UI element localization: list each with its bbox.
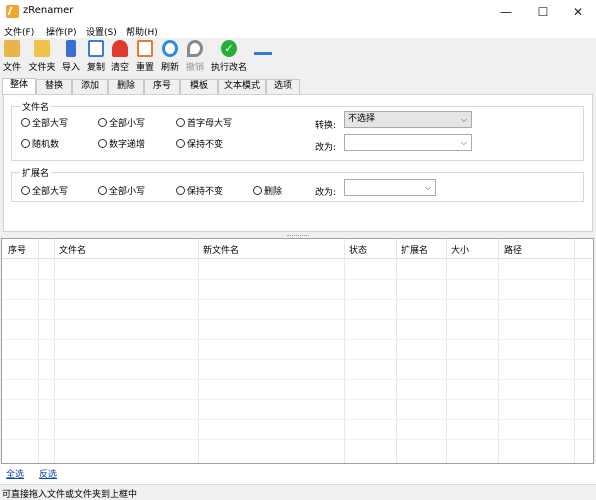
app-logo-icon: [6, 5, 19, 18]
tab-replace[interactable]: 替换: [36, 79, 72, 94]
options-panel: 文件名 全部大写 全部小写 首字母大写 随机数 数字递增 保持不变 转换: 不选…: [3, 94, 593, 232]
tab-text-mode[interactable]: 文本模式: [218, 79, 266, 94]
column-divider: [54, 239, 55, 463]
column-header-index[interactable]: 序号: [8, 243, 26, 256]
toolbar-folder-button[interactable]: 文件夹: [27, 40, 57, 74]
pin-icon[interactable]: [254, 52, 272, 55]
menu-settings[interactable]: 设置(S): [86, 25, 117, 38]
clear-icon: [112, 40, 128, 57]
chevron-down-icon: ⌵: [424, 183, 431, 192]
toolbar-execute-rename-button[interactable]: ✓ 执行改名: [209, 40, 249, 74]
filename-group-title: 文件名: [20, 100, 52, 113]
toolbar-copy-button[interactable]: 复制: [86, 40, 106, 74]
column-divider: [38, 239, 39, 463]
filename-change-label: 改为:: [315, 143, 337, 153]
grid-row-line: [2, 339, 593, 340]
tab-overall[interactable]: 整体: [2, 78, 36, 95]
grid-row-line: [2, 379, 593, 380]
refresh-icon: [162, 40, 178, 57]
column-header-new-filename[interactable]: 新文件名: [203, 243, 239, 256]
window-title: zRenamer: [23, 5, 74, 16]
ext-radio-uppercase[interactable]: 全部大写: [21, 184, 68, 197]
ext-radio-keep[interactable]: 保持不变: [176, 184, 223, 197]
copy-icon: [88, 40, 104, 57]
tab-options[interactable]: 选项: [266, 79, 300, 94]
menu-bar: 文件(F) 操作(P) 设置(S) 帮助(H): [0, 24, 596, 38]
menu-help[interactable]: 帮助(H): [126, 25, 158, 38]
toolbar-reset-button[interactable]: 重置: [135, 40, 155, 74]
filename-radio-lowercase[interactable]: 全部小写: [98, 116, 145, 129]
grid-row-line: [2, 439, 593, 440]
column-header-status[interactable]: 状态: [349, 243, 367, 256]
grid-row-line: [2, 399, 593, 400]
folder-icon: [34, 40, 50, 57]
grid-row-line: [2, 279, 593, 280]
close-button[interactable]: ✕: [560, 0, 596, 24]
ext-change-label: 改为:: [315, 188, 337, 198]
filename-radio-uppercase[interactable]: 全部大写: [21, 116, 68, 129]
toolbar: 文件 文件夹 导入 复制 清空 重置 刷新 撤销 ✓ 执行改名: [0, 38, 596, 76]
file-list-table[interactable]: 序号 文件名 新文件名 状态 扩展名 大小 路径: [1, 238, 594, 464]
tab-delete[interactable]: 删除: [108, 79, 144, 94]
tab-template[interactable]: 模板: [180, 79, 218, 94]
filename-radio-keep[interactable]: 保持不变: [176, 137, 223, 150]
grid-row-line: [2, 359, 593, 360]
column-divider: [198, 239, 199, 463]
tab-sequence[interactable]: 序号: [144, 79, 180, 94]
footer-bar: 全选 反选: [0, 464, 596, 484]
tab-bar: 整体 替换 添加 删除 序号 模板 文本模式 选项: [0, 78, 596, 95]
menu-file[interactable]: 文件(F): [4, 25, 34, 38]
filename-group: 文件名 全部大写 全部小写 首字母大写 随机数 数字递增 保持不变 转换: 不选…: [11, 100, 584, 161]
extension-group: 扩展名 全部大写 全部小写 保持不变 删除 改为: ⌵: [11, 166, 584, 202]
filename-change-select[interactable]: ⌵: [344, 134, 472, 151]
undo-icon: [187, 40, 203, 57]
convert-select[interactable]: 不选择 ⌵: [344, 111, 472, 128]
column-header-path[interactable]: 路径: [504, 243, 522, 256]
column-divider: [446, 239, 447, 463]
select-all-link[interactable]: 全选: [6, 467, 24, 480]
toolbar-clear-button[interactable]: 清空: [110, 40, 130, 74]
column-divider: [344, 239, 345, 463]
splitter-handle[interactable]: [287, 235, 309, 237]
table-header: 序号 文件名 新文件名 状态 扩展名 大小 路径: [2, 239, 593, 259]
column-divider: [498, 239, 499, 463]
ext-radio-delete[interactable]: 删除: [253, 184, 282, 197]
toolbar-undo-button[interactable]: 撤销: [185, 40, 205, 74]
check-icon: ✓: [221, 40, 237, 57]
column-divider: [574, 239, 575, 463]
invert-selection-link[interactable]: 反选: [39, 467, 57, 480]
column-header-extension[interactable]: 扩展名: [401, 243, 428, 256]
minimize-button[interactable]: —: [488, 0, 524, 24]
chevron-down-icon: ⌵: [460, 115, 467, 124]
convert-label: 转换:: [315, 121, 337, 131]
grid-row-line: [2, 419, 593, 420]
reset-icon: [137, 40, 153, 57]
toolbar-file-button[interactable]: 文件: [3, 40, 21, 74]
toolbar-import-button[interactable]: 导入: [61, 40, 81, 74]
chevron-down-icon: ⌵: [460, 138, 467, 147]
status-text: 可直接拖入文件或文件夹到上框中: [2, 490, 138, 500]
column-divider: [396, 239, 397, 463]
tab-add[interactable]: 添加: [72, 79, 108, 94]
ext-change-select[interactable]: ⌵: [344, 179, 436, 196]
maximize-button[interactable]: ☐: [525, 0, 561, 24]
column-header-filename[interactable]: 文件名: [59, 243, 86, 256]
status-bar: 可直接拖入文件或文件夹到上框中: [0, 484, 596, 500]
import-icon: [66, 40, 76, 57]
grid-row-line: [2, 319, 593, 320]
filename-radio-increment[interactable]: 数字递增: [98, 137, 145, 150]
convert-select-value: 不选择: [348, 114, 376, 124]
toolbar-refresh-button[interactable]: 刷新: [160, 40, 180, 74]
column-header-size[interactable]: 大小: [451, 243, 469, 256]
filename-radio-capitalize[interactable]: 首字母大写: [176, 116, 232, 129]
title-bar: zRenamer — ☐ ✕: [0, 0, 596, 24]
menu-operation[interactable]: 操作(P): [46, 25, 76, 38]
file-icon: [4, 40, 20, 57]
filename-radio-random[interactable]: 随机数: [21, 137, 59, 150]
grid-row-line: [2, 299, 593, 300]
ext-radio-lowercase[interactable]: 全部小写: [98, 184, 145, 197]
extension-group-title: 扩展名: [20, 166, 52, 179]
